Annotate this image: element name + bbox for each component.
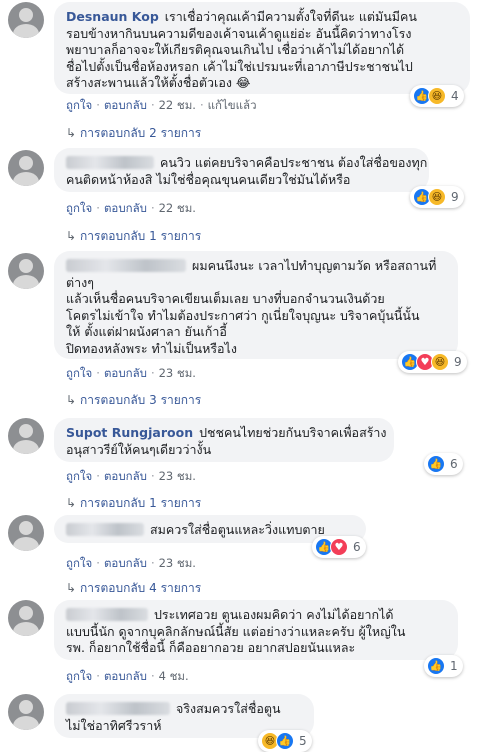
reaction-summary[interactable]: 👍 6 — [424, 453, 463, 475]
view-replies-link[interactable]: ↳ การตอบกลับ 4 รายการ — [66, 579, 201, 598]
reaction-count: 6 — [353, 540, 361, 554]
view-replies-link[interactable]: ↳ การตอบกลับ 2 รายการ — [66, 124, 201, 143]
redacted-name — [66, 259, 186, 272]
comment-actions: ถูกใจ · ตอบกลับ · 23 ชม. — [66, 556, 196, 570]
reply-arrow-icon: ↳ — [66, 496, 77, 510]
comment-actions: ถูกใจ · ตอบกลับ · 23 ชม. — [66, 366, 196, 380]
comment-text-line: รพ. ก็อยากใช้ชื่อนี้ ก็คืออยากอวย อยากสป… — [66, 640, 356, 655]
comment-timestamp[interactable]: 22 ชม. — [159, 98, 196, 112]
reaction-count: 6 — [450, 457, 458, 471]
comment-text-line: พยาบาลก็อาจจะให้เกียรติคุณจนเกินไป เชื่อ… — [66, 42, 405, 57]
avatar[interactable] — [8, 515, 44, 551]
redacted-name — [66, 702, 170, 715]
reply-link[interactable]: ตอบกลับ — [104, 469, 147, 483]
comment-actions: ถูกใจ · ตอบกลับ · 22 ชม. · แก้ไขแล้ว — [66, 98, 257, 112]
comment-text-line: คนติดหน้าห้องสิ ไม่ใช่ชื่อคุณขุนคนเดียวใ… — [66, 171, 351, 187]
comment-bubble: คนวิว แต่คยบริจาคคือประชาชน ต้องใส่ชื่อข… — [54, 148, 429, 192]
reaction-summary[interactable]: 👍 ♥ 😆 9 — [398, 351, 467, 373]
comment-text-line: แล้วเห็นชื่อคนบริจาคเขียนเต็มเลย บางที่บ… — [66, 291, 385, 306]
comment-text-line: ให้ ตั้งแต่ฝาผนังศาลา ยันเก้าอี้ — [66, 324, 227, 339]
reply-link[interactable]: ตอบกลับ — [104, 366, 147, 380]
comment-timestamp[interactable]: 4 ชม. — [159, 669, 189, 683]
comment-text-line: จริงสมควรใส่ชื่อตูน — [176, 701, 281, 716]
reply-link[interactable]: ตอบกลับ — [104, 201, 147, 215]
commenter-name[interactable]: Desnaun Kop — [66, 9, 159, 24]
haha-reaction-icon: 😆 — [431, 353, 449, 371]
reply-link[interactable]: ตอบกลับ — [104, 98, 147, 112]
comment-actions: ถูกใจ · ตอบกลับ · 22 ชม. — [66, 201, 196, 215]
like-link[interactable]: ถูกใจ — [66, 556, 92, 570]
like-link[interactable]: ถูกใจ — [66, 669, 92, 683]
love-reaction-icon: ♥ — [330, 538, 348, 556]
edited-label: แก้ไขแล้ว — [207, 98, 257, 112]
comment-text-line: แบบนี้นัก ดูจากบุคลิกลักษณ์นี้สัย แต่อย่… — [66, 623, 406, 639]
avatar[interactable] — [8, 150, 44, 186]
reply-link[interactable]: ตอบกลับ — [104, 669, 147, 683]
reaction-summary[interactable]: 👍 1 — [424, 655, 463, 677]
view-replies-link[interactable]: ↳ การตอบกลับ 3 รายการ — [66, 391, 201, 410]
comment-text-line: อนุสาวรีย์ให้คนๆเดียวว่างั้น — [66, 441, 212, 457]
reaction-summary[interactable]: 👍 ♥ 6 — [312, 536, 366, 558]
like-reaction-icon: 👍 — [276, 732, 294, 750]
comment-text-line: ชื่อไปตั้งเป็นชื่อห้องหรอก เค้าไม่ใช่เปร… — [66, 58, 413, 74]
comment-text-line: ต่างๆ — [66, 274, 94, 290]
like-link[interactable]: ถูกใจ — [66, 469, 92, 483]
reaction-summary[interactable]: 👍 😆 9 — [410, 186, 464, 208]
reaction-count: 5 — [299, 734, 307, 748]
like-link[interactable]: ถูกใจ — [66, 201, 92, 215]
reaction-count: 1 — [450, 659, 458, 673]
reaction-count: 4 — [451, 89, 459, 103]
reply-arrow-icon: ↳ — [66, 393, 77, 407]
redacted-name — [66, 156, 154, 169]
comment-text-line: ปชชคนไทยช่วยกันบริจาคเพื่อสร้าง — [199, 425, 387, 440]
comment-timestamp[interactable]: 23 ชม. — [159, 556, 196, 570]
avatar[interactable] — [8, 253, 44, 289]
comment-text-line: โคตรไม่เข้าใจ ทำไมต้องประกาศว่า กูเนี่ยใ… — [66, 307, 420, 323]
reply-arrow-icon: ↳ — [66, 229, 77, 243]
comment-timestamp[interactable]: 23 ชม. — [159, 366, 196, 380]
comment-bubble: Desnaun Kop เราเชื่อว่าคุณเค้ามีความตั้งใ… — [54, 2, 470, 94]
like-reaction-icon: 👍 — [427, 657, 445, 675]
avatar[interactable] — [8, 2, 44, 38]
redacted-name — [66, 608, 148, 621]
haha-reaction-icon: 😆 — [428, 87, 446, 105]
comment-text-line: สมควรใส่ชื่อตูนแหละวิ่งแทบตาย — [150, 522, 325, 537]
reaction-count: 9 — [454, 355, 462, 369]
comment-bubble: ประเทศอวย ตูนเองผมคิดว่า คงไม่ได้อยากได้… — [54, 600, 458, 660]
reaction-summary[interactable]: 😆 👍 5 — [258, 730, 312, 752]
comment-text-line: คนวิว แต่คยบริจาคคือประชาชน ต้องใส่ชื่อข… — [160, 155, 428, 170]
view-replies-link[interactable]: ↳ การตอบกลับ 1 รายการ — [66, 494, 201, 513]
reaction-count: 9 — [451, 190, 459, 204]
comment-text-line: ผมคนนึงนะ เวลาไปทำบุญตามวัด หรือสถานที่ — [192, 258, 437, 273]
reply-arrow-icon: ↳ — [66, 581, 77, 595]
like-reaction-icon: 👍 — [427, 455, 445, 473]
commenter-name[interactable]: Supot Rungjaroon — [66, 425, 193, 440]
avatar[interactable] — [8, 418, 44, 454]
comment-text-line: ประเทศอวย ตูนเองผมคิดว่า คงไม่ได้อยากได้ — [154, 607, 394, 622]
comment-bubble: Supot Rungjaroon ปชชคนไทยช่วยกันบริจาคเพื… — [54, 418, 394, 462]
haha-reaction-icon: 😆 — [428, 188, 446, 206]
comment-text-line: รอบข้างหากินบนความดีของเค้าจนเค้าดูแย่อ่… — [66, 25, 412, 41]
reply-link[interactable]: ตอบกลับ — [104, 556, 147, 570]
comment-text-line: ปิดทองหลังพระ ทำไม่เป็นหรือไง — [66, 340, 237, 356]
comment-actions: ถูกใจ · ตอบกลับ · 4 ชม. — [66, 669, 189, 683]
comment-timestamp[interactable]: 22 ชม. — [159, 201, 196, 215]
avatar[interactable] — [8, 600, 44, 636]
view-replies-link[interactable]: ↳ การตอบกลับ 1 รายการ — [66, 227, 201, 246]
comment-text-line: เราเชื่อว่าคุณเค้ามีความตั้งใจที่ดีนะ แต… — [164, 9, 417, 24]
redacted-name — [66, 523, 144, 536]
like-link[interactable]: ถูกใจ — [66, 366, 92, 380]
reaction-summary[interactable]: 👍 😆 4 — [410, 85, 464, 107]
comment-timestamp[interactable]: 23 ชม. — [159, 469, 196, 483]
comment-bubble: ผมคนนึงนะ เวลาไปทำบุญตามวัด หรือสถานที่ … — [54, 251, 458, 359]
comment-actions: ถูกใจ · ตอบกลับ · 23 ชม. — [66, 469, 196, 483]
comment-text-line: สร้างสะพานแล้วให้ตั้งชื่อตัวเอง 😂 — [66, 75, 251, 90]
avatar[interactable] — [8, 694, 44, 730]
reply-arrow-icon: ↳ — [66, 126, 77, 140]
like-link[interactable]: ถูกใจ — [66, 98, 92, 112]
